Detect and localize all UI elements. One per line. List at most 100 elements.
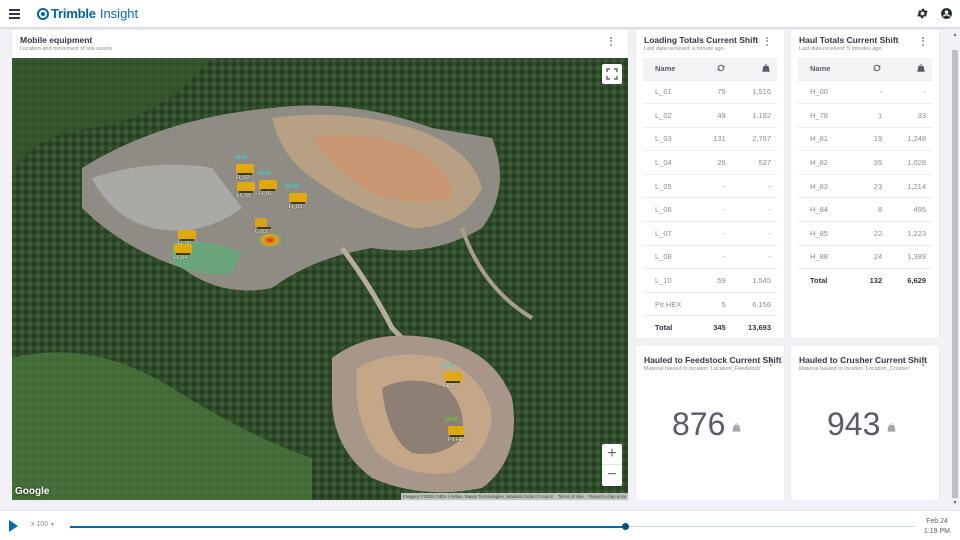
cell-loads: 19	[855, 126, 889, 151]
asset-marker[interactable]: 01:16 H_83	[286, 184, 307, 210]
zoom-out-button[interactable]: −	[602, 465, 622, 486]
table-row[interactable]: H_82 35 1,028	[798, 150, 932, 175]
table-row[interactable]: H_84 8 495	[798, 197, 932, 222]
excavator-icon	[448, 426, 464, 437]
table-row[interactable]: L_06- -	[643, 197, 777, 222]
more-options-icon[interactable]	[608, 37, 614, 47]
trimble-globe-icon	[37, 7, 49, 20]
play-button[interactable]	[9, 520, 18, 532]
cell-tonnes: -	[731, 221, 777, 246]
top-app-bar: Trimble Insight	[0, 0, 960, 28]
table-row[interactable]: H_81 19 1,248	[798, 126, 932, 151]
cell-loads: 75	[702, 79, 732, 104]
asset-marker[interactable]: H_78	[237, 182, 255, 199]
column-header-loads[interactable]	[702, 58, 732, 80]
cell-loads: 5	[702, 291, 732, 316]
speed-value: x 100	[31, 521, 49, 528]
loading-totals-table: Name L_01 75 1,516 L_02 49 1,182 L_03 131 2,767 L…	[643, 58, 777, 340]
cell-name: L_03	[643, 126, 703, 151]
card-title: Hauled to Feedstock Current Shift	[644, 355, 782, 365]
timeline-date: Feb 24	[926, 518, 948, 525]
table-row[interactable]: H_85 22 1,223	[798, 221, 932, 246]
more-options-icon[interactable]	[920, 37, 926, 47]
cell-tonnes: 1,516	[731, 79, 777, 104]
map-attribution: Imagery ©2020 CNES / Airbus, Maxar Techn…	[401, 493, 628, 500]
timeline-handle[interactable]	[621, 523, 629, 530]
table-total-row[interactable]: Total 345 13,693	[643, 315, 777, 340]
column-header-name[interactable]: Name	[798, 58, 856, 80]
account-icon[interactable]	[940, 7, 953, 20]
column-header-tonnes[interactable]	[731, 58, 777, 80]
column-header-name[interactable]: Name	[643, 58, 703, 80]
column-header-tonnes[interactable]	[888, 58, 932, 80]
table-row[interactable]: L_07- -	[643, 221, 777, 246]
terms-of-use-link[interactable]: Terms of Use	[558, 494, 584, 499]
cell-name: L_05	[643, 173, 703, 198]
asset-marker[interactable]: 02:05 H_81	[258, 171, 277, 197]
more-options-icon[interactable]	[768, 357, 774, 367]
brand-name: Trimble	[51, 6, 96, 21]
weight-icon	[917, 64, 925, 72]
table-row[interactable]: H_88 24 1,389	[798, 244, 932, 269]
scrollbar-thumb[interactable]	[952, 50, 958, 498]
asset-marker[interactable]: 02:45 H_85	[441, 363, 462, 389]
card-title: Haul Totals Current Shift	[799, 35, 899, 45]
haul-truck-icon	[444, 372, 462, 383]
table-row[interactable]: L_10 59 1,545	[643, 268, 777, 293]
cell-name: Total	[643, 315, 703, 340]
chevron-down-icon: ▼	[50, 522, 56, 528]
table-row[interactable]: L_05- -	[643, 173, 777, 198]
more-options-icon[interactable]	[764, 37, 770, 47]
haul-totals-card: Haul Totals Current Shift Last data rece…	[791, 30, 939, 338]
table-row[interactable]: L_03 131 2,767	[643, 126, 777, 151]
cell-name: H_84	[798, 197, 856, 222]
card-subtitle: Last data received: 5 minutes ago	[799, 46, 882, 52]
loader-icon	[255, 218, 271, 229]
cell-loads: 24	[855, 244, 889, 269]
asset-marker[interactable]: H_84	[174, 244, 192, 261]
asset-marker[interactable]: 10:00 Pit HEX	[445, 417, 467, 443]
app-logo[interactable]: Trimble Insight	[37, 6, 138, 21]
table-row[interactable]: L_04 26 527	[643, 150, 777, 175]
table-row[interactable]: L_08- -	[643, 244, 777, 269]
cell-name: H_83	[798, 173, 856, 198]
more-options-icon[interactable]	[920, 357, 926, 367]
settings-icon[interactable]	[916, 7, 929, 20]
scroll-down-arrow[interactable]: ▼	[952, 500, 958, 506]
menu-icon[interactable]	[9, 9, 20, 19]
cell-name: H_78	[798, 103, 856, 128]
cell-loads: 59	[702, 268, 732, 293]
zoom-in-button[interactable]: +	[602, 444, 622, 465]
asset-marker[interactable]: 05:00 H_82	[235, 155, 254, 181]
cell-tonnes: 6,156	[731, 291, 777, 316]
timeline-time: 1:19 PM	[923, 527, 950, 535]
haul-totals-table: Name H_00- - H_78 1 33 H_81 19 1,248 H_82 35 1,028…	[798, 58, 932, 293]
table-row[interactable]: L_02 49 1,182	[643, 103, 777, 128]
cell-tonnes: 13,693	[731, 315, 777, 340]
scroll-up-arrow[interactable]: ▲	[952, 32, 958, 38]
cell-name: L_08	[643, 244, 703, 269]
cell-loads: 23	[855, 173, 889, 198]
table-total-row[interactable]: Total 132 6,629	[798, 268, 932, 293]
cell-name: H_81	[798, 126, 856, 151]
card-title: Hauled to Crusher Current Shift	[799, 355, 927, 365]
column-header-loads[interactable]	[855, 58, 889, 80]
cell-loads: 49	[702, 103, 732, 128]
page-scrollbar[interactable]: ▲ ▼	[950, 30, 960, 508]
table-row[interactable]: L_01 75 1,516	[643, 79, 777, 104]
table-row[interactable]: Pit HEX 5 6,156	[643, 291, 777, 316]
table-row[interactable]: H_00- -	[798, 79, 932, 104]
fullscreen-button[interactable]	[602, 64, 622, 84]
site-map[interactable]: 05:00 H_82 H_78 02:05 H_81 01:16 H_83 L_…	[12, 58, 628, 500]
report-map-error-link[interactable]: Report a map error	[589, 494, 626, 499]
playback-speed-select[interactable]: x 100 ▼	[31, 521, 55, 528]
table-row[interactable]: H_83 23 1,214	[798, 173, 932, 198]
timeline-slider[interactable]	[70, 523, 915, 530]
cell-tonnes: 495	[888, 197, 932, 222]
table-row[interactable]: H_78 1 33	[798, 103, 932, 128]
cell-loads: 1	[855, 103, 889, 128]
imagery-credit: Imagery ©2020 CNES / Airbus, Maxar Techn…	[403, 494, 553, 499]
cell-tonnes: 1,214	[888, 173, 932, 198]
asset-marker[interactable]: L_03	[255, 218, 271, 235]
cell-name: Total	[798, 268, 856, 293]
